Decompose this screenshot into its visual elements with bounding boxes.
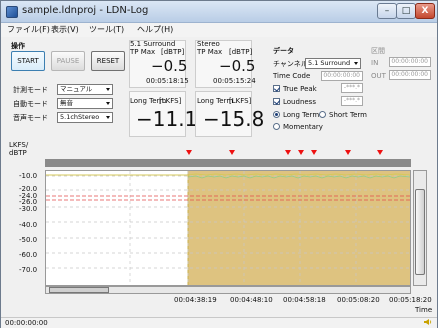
surround-tp-value: −0.5 [151,57,188,75]
title-bar: sample.ldnproj - LDN-Log – □ X [1,1,437,23]
channel-value: 5.1 Surround [308,59,351,67]
auto-mode-select[interactable]: 無音 [57,98,113,109]
horizontal-scrollbar[interactable] [45,286,411,294]
operation-title: 操作 [11,42,25,50]
minimize-button[interactable]: – [377,3,397,19]
in-field: 00:00:00:00 [389,57,431,67]
measure-mode-value: マニュアル [60,85,93,93]
auto-mode-label: 自動モード [13,100,48,108]
chevron-down-icon [354,62,358,65]
y-tick: -10.0 [19,172,38,180]
peak-marker[interactable] [377,150,383,155]
start-button[interactable]: START [11,51,45,71]
loudness-value: -***.* [341,96,363,106]
surround-tp-label: TP Max [130,48,156,56]
vertical-scrollbar[interactable] [413,170,427,286]
stereo-lt-unit: [LKFS] [229,97,252,105]
peak-marker[interactable] [311,150,317,155]
auto-mode-value: 無音 [60,99,73,107]
y-tick: -70.0 [19,266,38,274]
stereo-lt-label: Long Term [197,97,234,105]
x-tick: 00:05:18:20 [389,296,432,304]
channel-select[interactable]: 5.1 Surround [305,58,361,69]
horizontal-scroll-thumb[interactable] [49,287,109,293]
loudness-checkbox[interactable] [273,98,280,105]
chevron-down-icon [106,88,110,91]
app-window: sample.ldnproj - LDN-Log – □ X ファイル(F) 表… [0,0,438,328]
close-button[interactable]: X [415,3,435,19]
peak-marker[interactable] [229,150,235,155]
y-tick: -60.0 [19,251,38,259]
graph-svg [46,171,411,285]
time-code-field: 00:00:00:00 [321,71,363,81]
loudness-graph[interactable] [45,170,411,286]
loudness-label: Loudness [283,98,316,106]
x-axis-label: Time [415,306,433,314]
menu-tools[interactable]: ツール(T) [89,24,124,35]
surround-lt-value: −11.1 [136,107,198,131]
x-tick: 00:04:48:10 [230,296,273,304]
measure-mode-label: 計測モード [13,86,48,94]
chevron-down-icon [106,116,110,119]
peak-marker[interactable] [345,150,351,155]
status-time: 00:00:00:00 [5,319,48,327]
true-peak-label: True Peak [283,85,317,93]
short-term-radio[interactable] [319,111,326,118]
true-peak-value: -***.* [341,83,363,93]
sound-mode-value: 5.1chStereo [60,113,100,121]
x-tick: 00:04:38:19 [174,296,217,304]
x-tick: 00:04:58:18 [283,296,326,304]
in-label: IN [371,59,379,67]
y-tick: -30.0 [19,205,38,213]
true-peak-checkbox[interactable] [273,85,280,92]
range-title: 区間 [371,47,385,55]
marker-timeline[interactable] [45,159,411,167]
yaxis-title-2: dBTP [9,149,27,157]
out-field: 00:00:00:00 [389,70,431,80]
stereo-title: Stereo [197,40,220,48]
y-tick: -50.0 [19,236,38,244]
menu-bar: ファイル(F) 表示(V) ツール(T) ヘルプ(H) [1,23,437,37]
stereo-lt-value: −15.8 [203,107,265,131]
sound-mode-select[interactable]: 5.1chStereo [57,112,113,123]
menu-help[interactable]: ヘルプ(H) [137,24,173,35]
menu-view[interactable]: 表示(V) [51,24,79,35]
peak-marker[interactable] [186,150,192,155]
short-term-label: Short Term [329,111,367,119]
stereo-tp-value: −0.5 [219,57,256,75]
app-icon [6,6,18,18]
yaxis-title-1: LKFS/ [9,141,29,149]
peak-marker[interactable] [298,150,304,155]
sound-mode-label: 音声モード [13,114,48,122]
vertical-scroll-thumb[interactable] [415,189,425,275]
time-code-label: Time Code [273,72,311,80]
maximize-button[interactable]: □ [396,3,416,19]
channel-label: チャンネル [273,60,308,68]
speaker-icon[interactable] [424,318,432,326]
status-bar: 00:00:00:00 [1,317,437,328]
long-term-label: Long Term [283,111,320,119]
surround-tp-time: 00:05:18:15 [146,77,189,85]
y-tick: -40.0 [19,221,38,229]
momentary-radio[interactable] [273,123,280,130]
stereo-tp-time: 00:05:15:24 [213,77,256,85]
surround-tp-unit: [dBTP] [161,48,185,56]
out-label: OUT [371,72,386,80]
surround-title: 5.1 Surround [130,40,176,48]
chevron-down-icon [106,102,110,105]
surround-lt-unit: [LKFS] [159,97,182,105]
long-term-radio[interactable] [273,111,280,118]
data-title: データ [273,47,294,55]
stereo-tp-label: TP Max [197,48,223,56]
x-tick: 00:05:08:20 [337,296,380,304]
window-title: sample.ldnproj - LDN-Log [22,5,149,16]
peak-marker[interactable] [285,150,291,155]
stereo-tp-unit: [dBTP] [229,48,253,56]
measure-mode-select[interactable]: マニュアル [57,84,113,95]
reset-button[interactable]: RESET [91,51,125,71]
momentary-label: Momentary [283,123,323,131]
pause-button[interactable]: PAUSE [51,51,85,71]
menu-file[interactable]: ファイル(F) [7,24,50,35]
